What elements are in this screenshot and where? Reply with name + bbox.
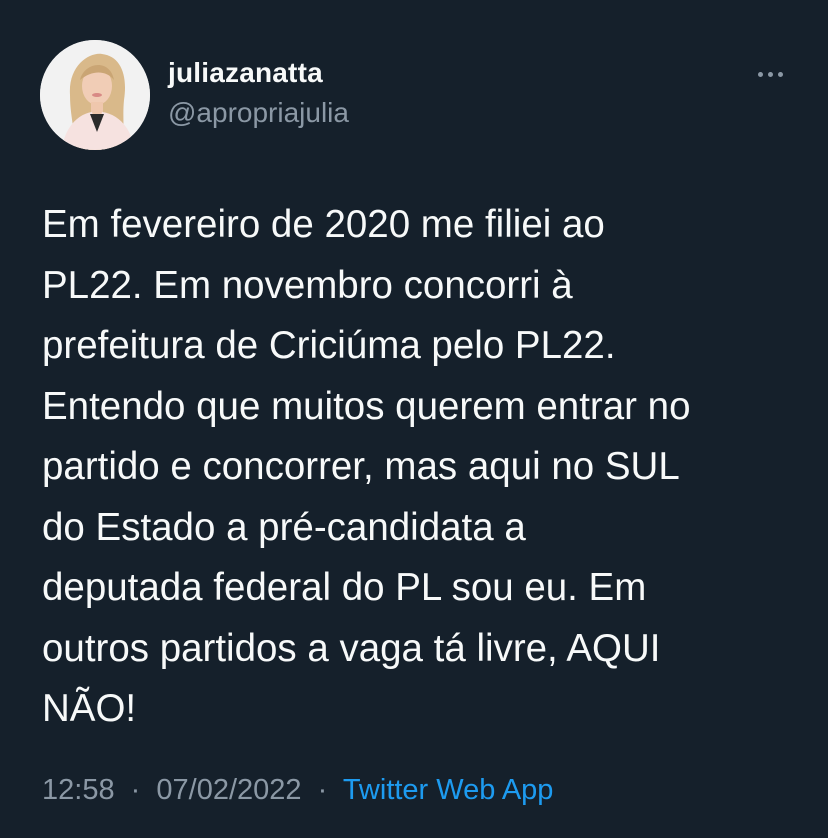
more-horizontal-icon-dot [777, 71, 783, 77]
avatar[interactable] [40, 40, 150, 150]
username-handle[interactable]: @apropriajulia [168, 96, 349, 130]
separator: · [317, 774, 328, 806]
tweet-card: juliazanatta @apropriajulia Em fevereiro… [0, 0, 828, 838]
more-horizontal-icon-dot [767, 71, 773, 77]
tweet-metadata: 12:58 · 07/02/2022 · Twitter Web App [42, 770, 553, 810]
tweet-time[interactable]: 12:58 [42, 774, 115, 806]
author-info: juliazanatta @apropriajulia [168, 56, 349, 130]
more-options-button[interactable] [750, 62, 790, 86]
display-name[interactable]: juliazanatta [168, 56, 349, 90]
tweet-text: Em fevereiro de 2020 me filiei ao PL22. … [42, 203, 691, 730]
tweet-date[interactable]: 07/02/2022 [156, 774, 301, 806]
more-horizontal-icon [757, 71, 763, 77]
profile-photo [40, 40, 150, 150]
separator: · [130, 774, 141, 806]
tweet-source-link[interactable]: Twitter Web App [343, 774, 554, 806]
